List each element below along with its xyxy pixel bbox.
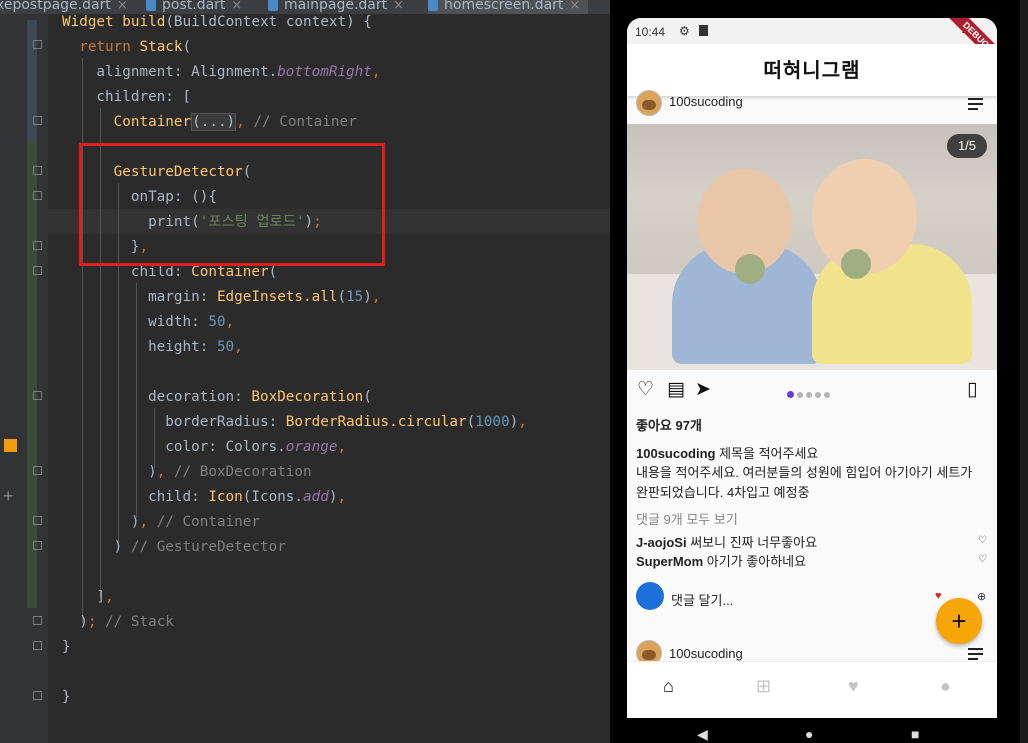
heart-icon[interactable]: ♡	[978, 554, 987, 565]
code-area[interactable]: Widget build(BuildContext context) { ret…	[62, 10, 527, 710]
avatar[interactable]	[636, 90, 662, 116]
fold-marker[interactable]	[33, 641, 42, 650]
comment-input[interactable]: 댓글 달기...	[671, 590, 733, 609]
code-line: margin: EdgeInsets.all(15),	[62, 289, 381, 305]
comment-text: 아기가 좋아하네요	[706, 554, 807, 569]
carousel-dots	[787, 385, 833, 403]
close-icon[interactable]: ×	[569, 0, 580, 13]
add-circle-icon[interactable]: ⊕	[977, 590, 986, 603]
highlight-annotation-box	[79, 143, 385, 266]
code-line: }	[62, 639, 71, 655]
caption-user[interactable]: 100sucoding	[636, 446, 715, 461]
code-line: decoration: BoxDecoration(	[62, 389, 372, 405]
comment-row: J-aojoSi 써보니 진짜 너무좋아요	[636, 532, 817, 551]
phone-screen[interactable]: 10:44 ⚙ ▲ DEBUG 떠혀니그램 100sucoding 1/5 ♡ …	[627, 18, 997, 718]
code-line: ), // BoxDecoration	[62, 464, 312, 480]
comment-icon[interactable]: ▤	[667, 378, 685, 401]
likes-count: 좋아요 97개	[636, 418, 702, 433]
photo-pacifier	[735, 254, 765, 284]
android-nav-bar: ◀ ● ■	[627, 718, 997, 743]
code-line: borderRadius: BorderRadius.circular(1000…	[62, 414, 527, 430]
post-photo[interactable]: 1/5	[627, 124, 997, 370]
fold-marker[interactable]	[33, 116, 42, 125]
carousel-dot	[797, 392, 803, 398]
carousel-dot-active	[787, 391, 794, 398]
comment-user[interactable]: J-aojoSi	[636, 535, 687, 550]
view-comments-link[interactable]: 댓글 9개 모두 보기	[636, 509, 738, 528]
app-title: 떠혀니그램	[763, 58, 861, 82]
back-icon[interactable]: ◀	[697, 726, 708, 743]
fold-marker[interactable]	[33, 241, 42, 250]
code-line: height: 50,	[62, 339, 243, 355]
caption-line: 100sucoding 제목을 적어주세요	[636, 443, 818, 462]
fold-marker[interactable]	[33, 166, 42, 175]
fold-marker[interactable]	[33, 691, 42, 700]
fold-marker[interactable]	[33, 541, 42, 550]
heart-icon[interactable]: ♥	[848, 676, 859, 697]
comment-row: SuperMom 아기가 좋아하네요	[636, 551, 806, 570]
comment-avatar	[636, 582, 664, 610]
bookmark-icon[interactable]: ▯	[967, 378, 977, 401]
code-line: color: Colors.orange,	[62, 439, 347, 455]
code-line: return Stack(	[79, 39, 192, 55]
fold-marker[interactable]	[33, 266, 42, 275]
code-line: ) // GestureDetector	[62, 539, 286, 555]
sd-card-icon	[699, 25, 708, 36]
code-line: Widget build(BuildContext context) {	[62, 14, 372, 30]
send-icon[interactable]: ➤	[695, 378, 711, 401]
comment-user[interactable]: SuperMom	[636, 554, 703, 569]
profile-icon[interactable]: ●	[940, 676, 951, 697]
caption-body-2: 완판되었습니다. 4차입고 예정중	[636, 485, 810, 500]
code-line: children: [	[62, 89, 192, 105]
fold-marker[interactable]	[33, 191, 42, 200]
heart-emoji-icon[interactable]: ♥	[935, 590, 942, 602]
fold-marker[interactable]	[33, 391, 42, 400]
code-line: ],	[62, 589, 114, 605]
page-indicator: 1/5	[947, 134, 987, 158]
carousel-dot	[806, 392, 812, 398]
status-time: 10:44	[635, 25, 666, 39]
add-post-fab[interactable]: +	[936, 598, 982, 644]
code-line: ); // Stack	[62, 614, 174, 630]
fold-marker[interactable]	[33, 466, 42, 475]
fold-marker[interactable]	[33, 616, 42, 625]
code-line: width: 50,	[62, 314, 235, 330]
code-line: }	[62, 689, 71, 705]
code-line: Container(...), // Container	[113, 113, 357, 131]
code-line: child: Icon(Icons.add),	[62, 489, 347, 505]
status-bar: 10:44 ⚙ ▲	[627, 18, 997, 44]
fold-marker[interactable]	[33, 516, 42, 525]
emulator-side-strip	[1020, 0, 1028, 743]
add-icon[interactable]: +	[3, 486, 14, 507]
gear-icon: ⚙	[679, 24, 690, 38]
app-bar: 떠혀니그램	[627, 44, 997, 96]
color-swatch-icon[interactable]	[4, 439, 17, 452]
vcs-added-marker	[27, 140, 37, 608]
bottom-navigation: ⌂ ⊞ ♥ ●	[627, 661, 997, 718]
recents-icon[interactable]: ■	[911, 726, 919, 742]
fold-marker[interactable]	[33, 40, 42, 49]
heart-icon[interactable]: ♡	[637, 378, 654, 401]
caption-body-1: 내용을 적어주세요. 여러분들의 성원에 힘입어 아기아기 세트가	[636, 465, 973, 480]
code-line: ), // Container	[62, 514, 260, 530]
menu-icon[interactable]	[968, 98, 983, 113]
home-circle-icon[interactable]: ●	[805, 726, 813, 742]
home-icon[interactable]: ⌂	[663, 676, 674, 697]
post-username[interactable]: 100sucoding	[669, 94, 743, 109]
carousel-dot	[824, 392, 830, 398]
post-username[interactable]: 100sucoding	[669, 646, 743, 661]
grid-icon[interactable]: ⊞	[756, 676, 771, 697]
code-line: alignment: Alignment.bottomRight,	[62, 64, 381, 80]
comment-text: 써보니 진짜 너무좋아요	[690, 535, 818, 550]
code-editor[interactable]: xepostpage.dart × post.dart × mainpage.dar…	[0, 0, 610, 743]
photo-pacifier	[841, 249, 871, 279]
heart-icon[interactable]: ♡	[978, 535, 987, 546]
post-actions: ♡ ▤ ➤ ▯	[627, 370, 997, 408]
carousel-dot	[815, 392, 821, 398]
caption-title: 제목을 적어주세요	[719, 446, 819, 461]
